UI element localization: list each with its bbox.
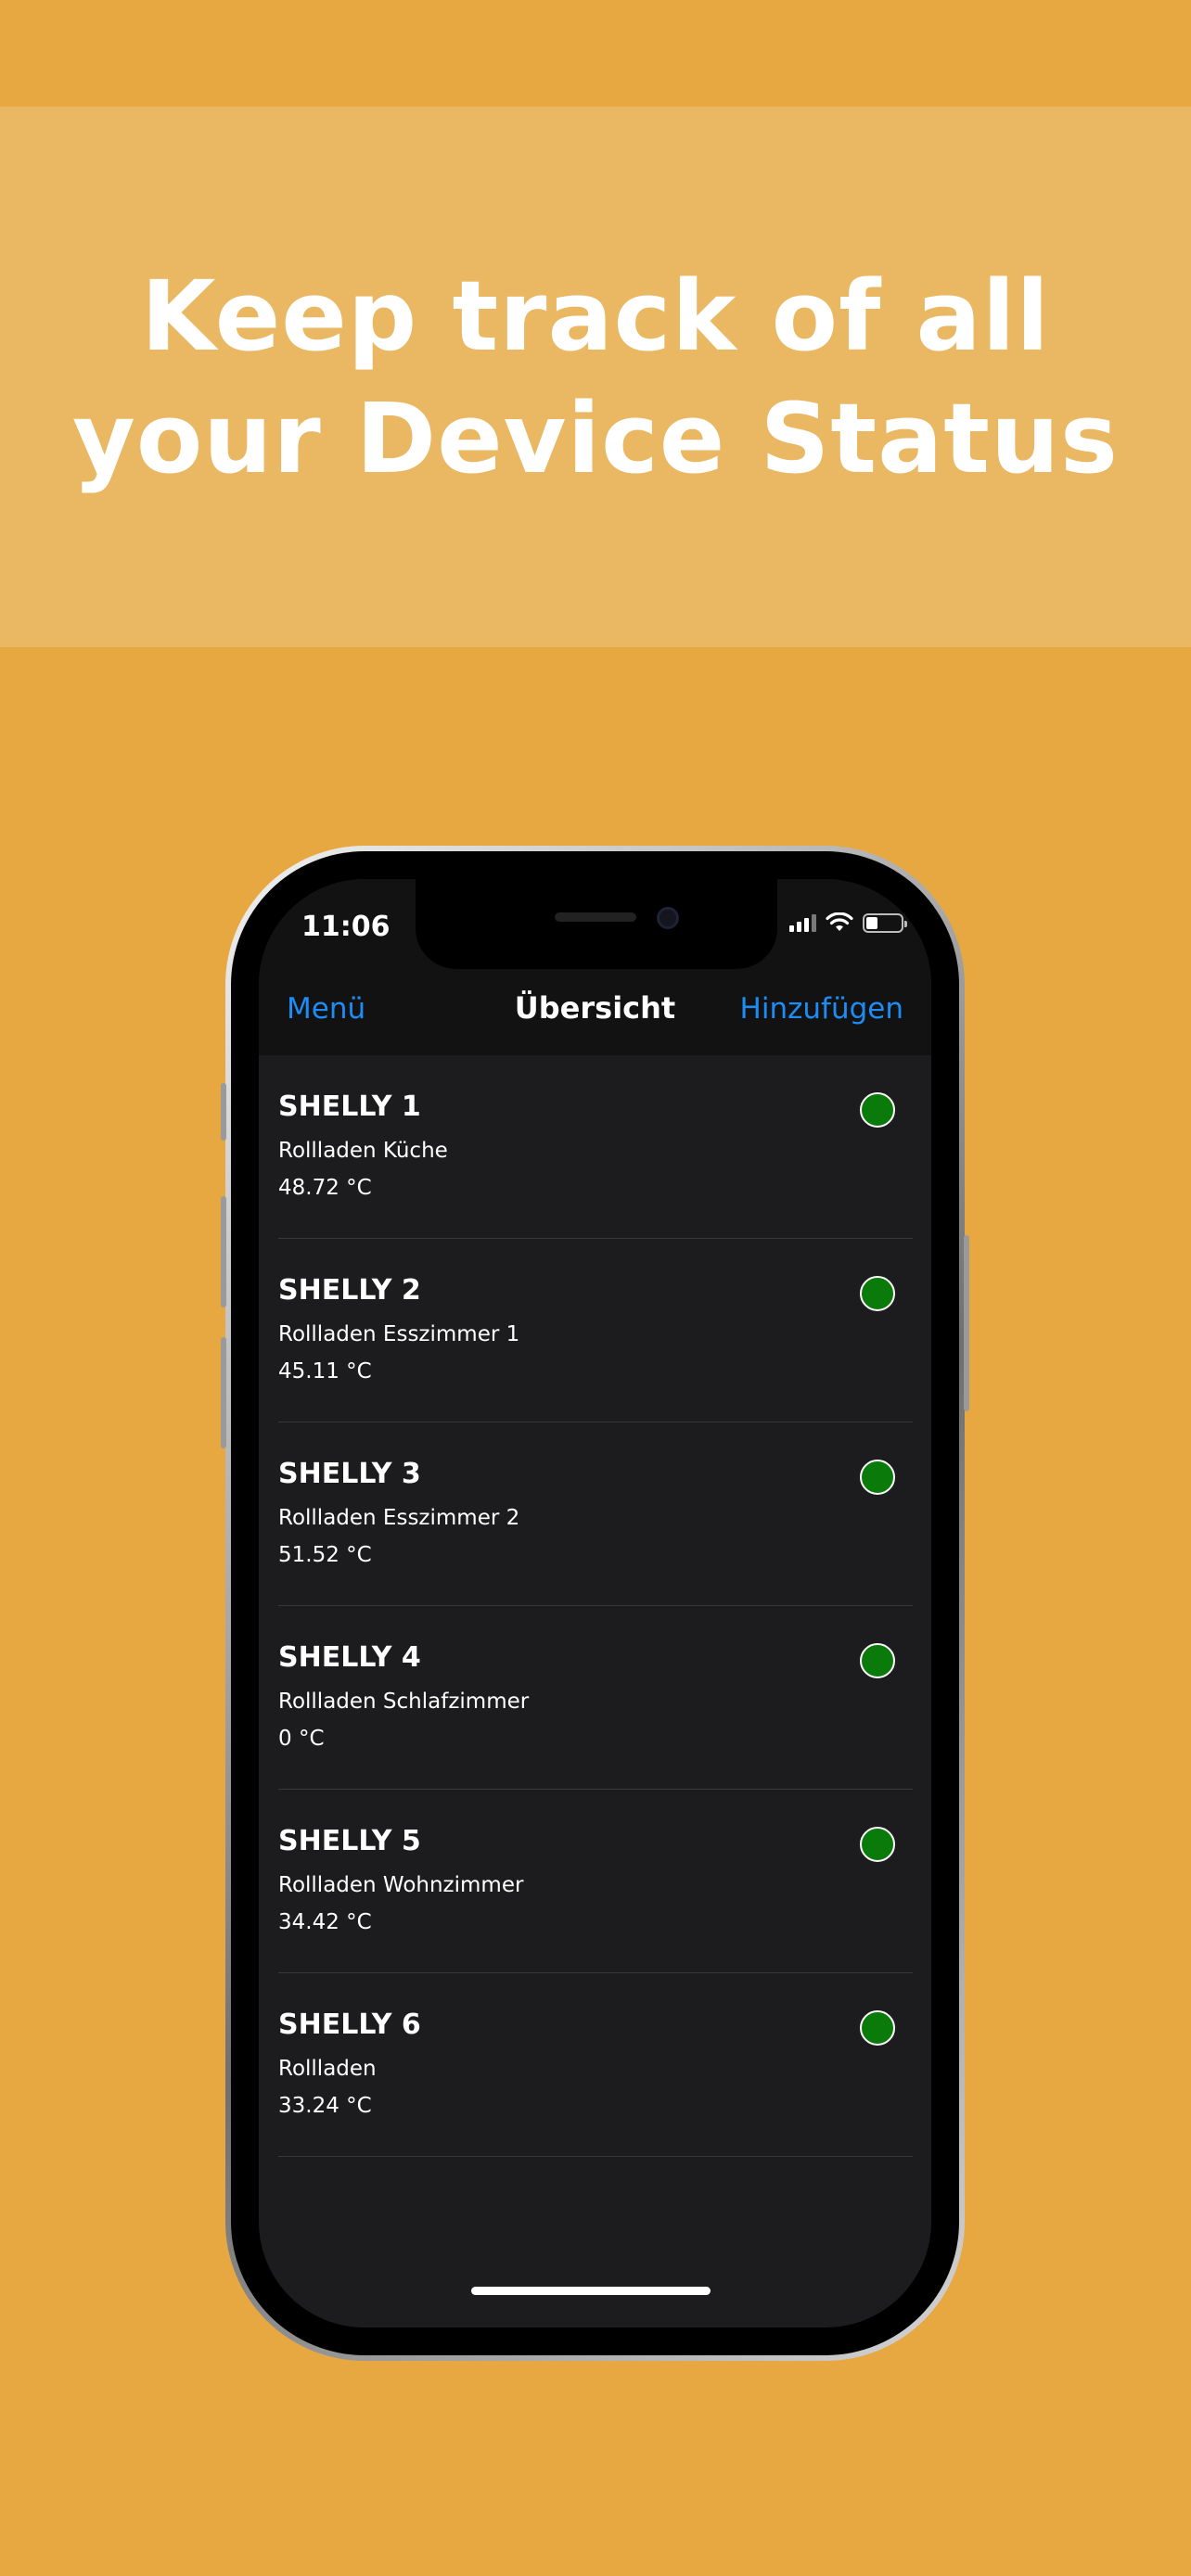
headline: Keep track of all your Device Status (72, 259, 1119, 495)
add-device-button[interactable]: Hinzufügen (740, 992, 903, 1026)
online-status-icon (860, 1276, 895, 1311)
device-row[interactable]: SHELLY 2 Rollladen Esszimmer 1 45.11 °C (278, 1239, 913, 1422)
device-temperature: 51.52 °C (278, 1543, 372, 1567)
online-status-icon (860, 1827, 895, 1862)
volume-down-button (221, 1337, 226, 1448)
wifi-icon (826, 912, 853, 931)
device-room: Rollladen Wohnzimmer (278, 1873, 524, 1897)
device-row[interactable]: SHELLY 5 Rollladen Wohnzimmer 34.42 °C (278, 1790, 913, 1973)
device-temperature: 34.42 °C (278, 1910, 372, 1934)
cellular-signal-icon (789, 913, 816, 932)
device-temperature: 45.11 °C (278, 1359, 372, 1384)
device-temperature: 48.72 °C (278, 1176, 372, 1200)
device-room: Rollladen Schlafzimmer (278, 1690, 530, 1714)
online-status-icon (860, 1460, 895, 1495)
notch (416, 879, 777, 969)
device-temperature: 33.24 °C (278, 2094, 372, 2118)
device-name: SHELLY 6 (278, 2009, 421, 2041)
headline-banner: Keep track of all your Device Status (0, 107, 1191, 647)
online-status-icon (860, 1092, 895, 1128)
status-time: 11:06 (301, 911, 391, 943)
phone-bezel: 11:06 Menü Übersicht Hinzufügen SHELLY 1… (231, 851, 959, 2355)
navigation-bar: Menü Übersicht Hinzufügen (259, 972, 931, 1055)
device-row[interactable]: SHELLY 6 Rollladen 33.24 °C (278, 1973, 913, 2157)
device-name: SHELLY 5 (278, 1825, 421, 1857)
device-name: SHELLY 2 (278, 1274, 421, 1307)
device-list: SHELLY 1 Rollladen Küche 48.72 °C SHELLY… (259, 1055, 931, 2157)
volume-up-button (221, 1196, 226, 1307)
home-indicator[interactable] (471, 2287, 711, 2295)
device-name: SHELLY 3 (278, 1458, 421, 1490)
silent-switch (221, 1083, 226, 1141)
device-room: Rollladen Küche (278, 1139, 448, 1163)
device-room: Rollladen Esszimmer 2 (278, 1506, 520, 1530)
device-room: Rollladen Esszimmer 1 (278, 1322, 520, 1346)
device-name: SHELLY 4 (278, 1641, 421, 1674)
speaker-grille (555, 912, 636, 922)
device-name: SHELLY 1 (278, 1090, 421, 1123)
device-temperature: 0 °C (278, 1727, 325, 1751)
status-icons (789, 912, 907, 933)
device-row[interactable]: SHELLY 3 Rollladen Esszimmer 2 51.52 °C (278, 1422, 913, 1606)
device-room: Rollladen (278, 2057, 377, 2081)
online-status-icon (860, 1643, 895, 1678)
online-status-icon (860, 2010, 895, 2046)
phone-frame: 11:06 Menü Übersicht Hinzufügen SHELLY 1… (221, 846, 969, 2361)
power-button (964, 1235, 969, 1411)
device-row[interactable]: SHELLY 1 Rollladen Küche 48.72 °C (278, 1055, 913, 1239)
device-row[interactable]: SHELLY 4 Rollladen Schlafzimmer 0 °C (278, 1606, 913, 1790)
phone-screen: 11:06 Menü Übersicht Hinzufügen SHELLY 1… (259, 879, 931, 2327)
battery-icon (863, 912, 907, 933)
front-camera (657, 907, 679, 929)
